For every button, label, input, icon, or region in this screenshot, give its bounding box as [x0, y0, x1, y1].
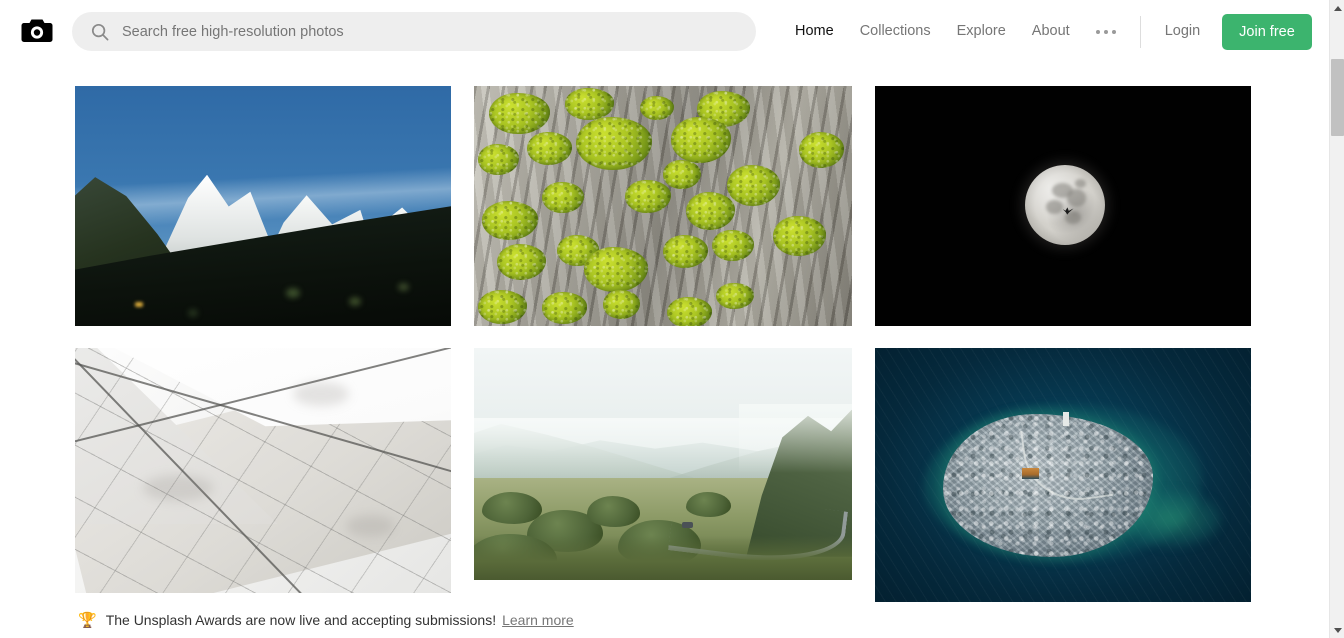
- scroll-down-arrow-icon[interactable]: [1330, 622, 1344, 638]
- photo-tile-island[interactable]: [875, 348, 1251, 603]
- photo-tile-valley[interactable]: [474, 348, 852, 580]
- photo-tile-marble[interactable]: [75, 348, 451, 593]
- arrow-down-glyph: [1333, 627, 1342, 633]
- photo-image-island: [875, 348, 1251, 603]
- ellipsis-dot: [1111, 29, 1116, 34]
- ellipsis-dot: [1095, 29, 1100, 34]
- main-navigation: Home Collections Explore About Login Joi…: [795, 0, 1312, 63]
- arrow-up-glyph: [1333, 5, 1342, 11]
- nav-item-about[interactable]: About: [1032, 0, 1070, 63]
- trophy-icon: 🏆: [78, 611, 97, 629]
- banner-text: The Unsplash Awards are now live and acc…: [105, 612, 497, 628]
- search-input[interactable]: [122, 12, 740, 51]
- photo-image-moss: [474, 86, 852, 326]
- photo-image-moon: [875, 86, 1251, 326]
- scroll-up-arrow-icon[interactable]: [1330, 0, 1344, 16]
- ellipsis-dot: [1103, 29, 1108, 34]
- ellipsis-icon[interactable]: [1095, 0, 1116, 63]
- photo-tile-moon[interactable]: [875, 86, 1251, 326]
- unsplash-gallery-page: Home Collections Explore About Login Joi…: [0, 0, 1344, 638]
- login-link[interactable]: Login: [1165, 0, 1200, 63]
- nav-divider: [1139, 15, 1141, 48]
- nav-item-explore[interactable]: Explore: [957, 0, 1006, 63]
- camera-icon[interactable]: [21, 17, 53, 45]
- nav-item-home[interactable]: Home: [795, 0, 834, 63]
- nav-item-collections[interactable]: Collections: [860, 0, 931, 63]
- photo-tile-mountains[interactable]: [75, 86, 451, 326]
- photo-image-marble: [75, 348, 451, 593]
- search-icon: [90, 22, 110, 42]
- scrollbar-thumb[interactable]: [1331, 59, 1344, 136]
- learn-more-link[interactable]: Learn more: [502, 612, 574, 628]
- photo-image-mountains: [75, 86, 451, 326]
- site-header: Home Collections Explore About Login Joi…: [0, 0, 1329, 63]
- join-free-button[interactable]: Join free: [1222, 13, 1312, 50]
- search-bar[interactable]: [72, 12, 756, 51]
- vertical-scrollbar[interactable]: [1329, 0, 1344, 638]
- awards-banner: 🏆 The Unsplash Awards are now live and a…: [0, 602, 1329, 638]
- photo-tile-moss[interactable]: [474, 86, 852, 326]
- photo-image-valley: [474, 348, 852, 580]
